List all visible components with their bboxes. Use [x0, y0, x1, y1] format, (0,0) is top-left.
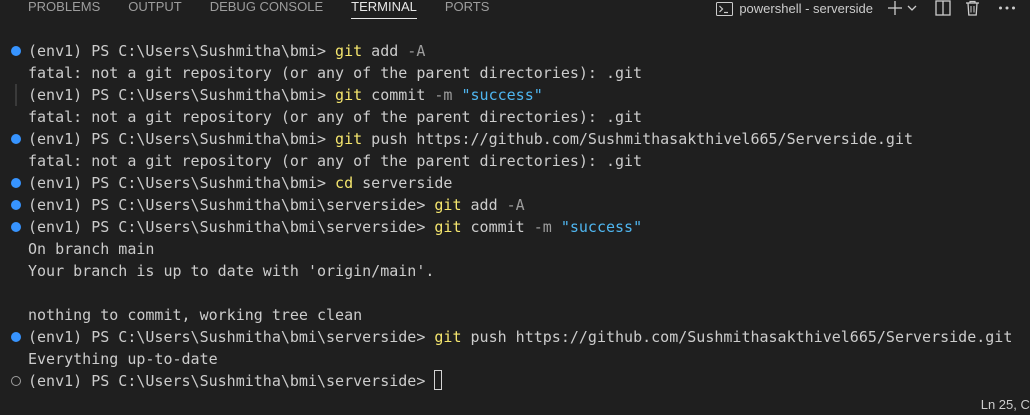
terminal-text: fatal: not a git repository (or any of t…	[28, 152, 643, 170]
terminal-output[interactable]: (env1) PS C:\Users\Sushmitha\bmi> git ad…	[0, 40, 1030, 392]
terminal-line: (env1) PS C:\Users\Sushmitha\bmi> cd ser…	[0, 172, 1030, 194]
tab-ports[interactable]: PORTS	[431, 0, 504, 14]
command-success-icon[interactable]	[11, 222, 21, 232]
terminal-line: (env1) PS C:\Users\Sushmitha\bmi\servers…	[0, 194, 1030, 216]
more-icon[interactable]	[998, 5, 1016, 11]
terminal-text: (env1) PS C:\Users\Sushmitha\bmi>	[28, 86, 336, 104]
terminal-panel: PROBLEMS OUTPUT DEBUG CONSOLE TERMINAL P…	[0, 0, 1030, 415]
terminal-text: git	[434, 196, 462, 214]
terminal-text: cd	[335, 174, 354, 192]
command-success-icon[interactable]	[11, 178, 21, 188]
cursor-position[interactable]: Ln 25, Col 1 (2	[981, 397, 1030, 412]
terminal-text: add	[461, 196, 507, 214]
terminal-line: (env1) PS C:\Users\Sushmitha\bmi> git ad…	[0, 40, 1030, 62]
command-success-icon[interactable]	[11, 200, 21, 210]
terminal-text: git	[434, 218, 462, 236]
command-success-icon[interactable]	[11, 46, 21, 56]
terminal-line: fatal: not a git repository (or any of t…	[0, 106, 1030, 128]
terminal-text: git	[434, 328, 462, 346]
tab-problems[interactable]: PROBLEMS	[0, 0, 114, 14]
tab-terminal[interactable]: TERMINAL	[337, 0, 431, 19]
split-icon[interactable]	[935, 0, 951, 16]
terminal-text: commit	[461, 218, 534, 236]
terminal-line: (env1) PS C:\Users\Sushmitha\bmi\servers…	[0, 326, 1030, 348]
command-marker-icon	[15, 84, 17, 106]
status-bar: Ln 25, Col 1 (2	[0, 393, 1030, 415]
tab-debug-console[interactable]: DEBUG CONSOLE	[196, 0, 337, 14]
terminal-text: -m	[533, 218, 552, 236]
terminal-text: -m	[434, 86, 453, 104]
terminal-text: fatal: not a git repository (or any of t…	[28, 64, 643, 82]
terminal-text: git	[335, 130, 363, 148]
terminal-text: Your branch is up to date with 'origin/m…	[28, 262, 435, 280]
terminal-line: (env1) PS C:\Users\Sushmitha\bmi> git pu…	[0, 128, 1030, 150]
command-pending-icon[interactable]	[11, 376, 21, 386]
terminal-text: (env1) PS C:\Users\Sushmitha\bmi>	[28, 42, 336, 60]
terminal-text: fatal: not a git repository (or any of t…	[28, 108, 643, 126]
terminal-line: fatal: not a git repository (or any of t…	[0, 150, 1030, 172]
trash-icon[interactable]	[965, 0, 980, 16]
terminal-text: (env1) PS C:\Users\Sushmitha\bmi\servers…	[28, 218, 435, 236]
terminal-text: push https://github.com/Sushmithasakthiv…	[461, 328, 1013, 346]
terminal-text: "success"	[560, 218, 643, 236]
terminal-text: git	[335, 42, 363, 60]
terminal-text: nothing to commit, working tree clean	[28, 306, 363, 324]
command-success-icon[interactable]	[11, 134, 21, 144]
terminal-text: (env1) PS C:\Users\Sushmitha\bmi\servers…	[28, 328, 435, 346]
terminal-text: (env1) PS C:\Users\Sushmitha\bmi>	[28, 130, 336, 148]
terminal-text: -A	[506, 196, 525, 214]
terminal-text: serverside	[353, 174, 453, 192]
tab-output[interactable]: OUTPUT	[114, 0, 195, 14]
terminal-text: git	[335, 86, 363, 104]
terminal-line: nothing to commit, working tree clean	[0, 304, 1030, 326]
terminal-text: add	[362, 42, 408, 60]
terminal-text: -A	[407, 42, 426, 60]
terminal-line: On branch main	[0, 238, 1030, 260]
terminal-actions: powershell - serverside	[716, 0, 1030, 16]
terminal-text: Everything up-to-date	[28, 350, 218, 368]
terminal-text: commit	[362, 86, 435, 104]
terminal-text: (env1) PS C:\Users\Sushmitha\bmi\servers…	[28, 372, 435, 390]
terminal-icon[interactable]	[716, 1, 734, 16]
terminal-line: (env1) PS C:\Users\Sushmitha\bmi\servers…	[0, 370, 1030, 392]
terminal-text: "success"	[461, 86, 543, 104]
terminal-line: fatal: not a git repository (or any of t…	[0, 62, 1030, 84]
plus-icon[interactable]	[887, 0, 903, 16]
terminal-cursor	[434, 370, 443, 390]
shell-name[interactable]: powershell - serverside	[739, 1, 873, 16]
terminal-line: Your branch is up to date with 'origin/m…	[0, 260, 1030, 282]
terminal-line: (env1) PS C:\Users\Sushmitha\bmi> git co…	[0, 84, 1030, 106]
terminal-line: Everything up-to-date	[0, 348, 1030, 370]
terminal-text: (env1) PS C:\Users\Sushmitha\bmi\servers…	[28, 196, 435, 214]
chevron-down-icon[interactable]	[907, 3, 917, 13]
command-success-icon[interactable]	[11, 332, 21, 342]
terminal-line: (env1) PS C:\Users\Sushmitha\bmi\servers…	[0, 216, 1030, 238]
terminal-text: (env1) PS C:\Users\Sushmitha\bmi>	[28, 174, 336, 192]
terminal-text: push https://github.com/Sushmithasakthiv…	[362, 130, 914, 148]
terminal-text: On branch main	[28, 240, 155, 258]
